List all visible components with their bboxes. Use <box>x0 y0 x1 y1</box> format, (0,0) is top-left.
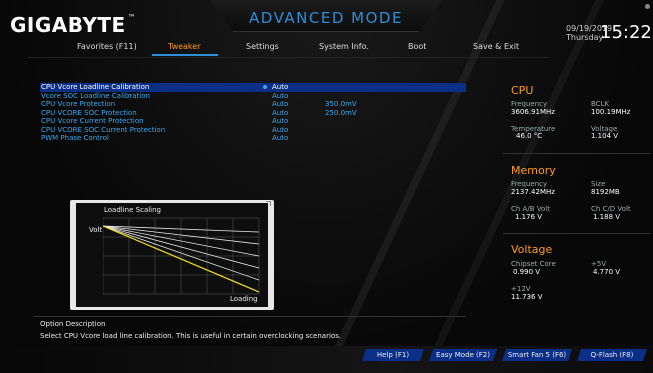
loadline-y-label: Volt <box>89 226 103 234</box>
tab-save-exit[interactable]: Save & Exit <box>473 42 519 51</box>
setting-label: CPU Vcore Protection <box>41 100 116 108</box>
info-separator <box>503 233 651 234</box>
voltage-section-title: Voltage <box>511 243 553 256</box>
plus12v-value: 11.736 V <box>511 293 543 301</box>
tab-favorites[interactable]: Favorites (F11) <box>77 42 137 51</box>
loadline-graph <box>103 217 260 295</box>
info-separator <box>503 153 651 154</box>
description-text: Select CPU Vcore load line calibration. … <box>40 332 342 340</box>
panel-corner-icon <box>266 201 271 206</box>
selected-dot-icon <box>263 85 267 89</box>
mode-title: ADVANCED MODE <box>249 9 403 27</box>
cpu-temperature-value: 46.0 °C <box>516 132 543 140</box>
memory-chcd-value: 1.188 V <box>593 213 621 221</box>
setting-extra: 350.0mV <box>325 100 357 108</box>
setting-value[interactable]: Auto <box>272 83 288 91</box>
tab-settings[interactable]: Settings <box>246 42 279 51</box>
easy-mode-button[interactable]: Easy Mode (F2) <box>429 349 497 361</box>
setting-value[interactable]: Auto <box>272 126 288 134</box>
setting-extra: 250.0mV <box>325 108 357 117</box>
setting-label: CPU VCORE SOC Current Protection <box>41 125 166 134</box>
memory-chab-value: 1.176 V <box>515 213 543 221</box>
main-tabs: Favorites (F11) Tweaker Settings System … <box>0 42 560 56</box>
cpu-voltage-value: 1.104 V <box>591 132 619 140</box>
cpu-bclk-value: 100.19MHz <box>591 108 631 116</box>
plus5v-label: +5V <box>591 260 607 268</box>
loadline-title: Loadline Scaling <box>104 206 162 214</box>
description-title: Option Description <box>40 320 106 328</box>
tab-boot[interactable]: Boot <box>408 42 426 51</box>
setting-value[interactable]: Auto <box>272 100 288 108</box>
setting-label: CPU Vcore Current Protection <box>41 117 144 125</box>
settings-list: CPU Vcore Loadline Calibration Auto Vcor… <box>40 83 466 143</box>
memory-frequency-value: 2137.42MHz <box>511 188 555 196</box>
setting-cpu-vcore-llc[interactable]: CPU Vcore Loadline Calibration Auto <box>40 83 466 92</box>
setting-label: CPU Vcore Loadline Calibration <box>41 83 150 91</box>
chipset-core-value: 0.990 V <box>513 268 541 276</box>
cpu-frequency-value: 3606.91MHz <box>511 108 555 116</box>
memory-size-label: Size <box>591 180 606 188</box>
setting-cpu-vcore-soc-current-protection[interactable]: CPU VCORE SOC Current Protection Auto <box>40 126 466 135</box>
setting-value[interactable]: Auto <box>272 117 288 125</box>
menu-dot-icon[interactable] <box>645 4 650 9</box>
loadline-x-label: Loading <box>230 295 258 303</box>
memory-size-value: 8192MB <box>591 188 620 196</box>
qflash-button[interactable]: Q-Flash (F8) <box>577 349 647 361</box>
gigabyte-logo: GIGABYTE ™ <box>10 13 137 37</box>
setting-cpu-vcore-soc-protection[interactable]: CPU VCORE SOC Protection Auto 250.0mV <box>40 109 466 118</box>
memory-section-title: Memory <box>511 164 556 177</box>
cpu-frequency-label: Frequency <box>511 100 548 108</box>
memory-chab-label: Ch A/B Volt <box>511 205 550 213</box>
clock: 15:22 <box>600 22 652 43</box>
help-button[interactable]: Help (F1) <box>362 349 424 361</box>
active-tab-indicator <box>152 54 218 56</box>
smart-fan-button[interactable]: Smart Fan 5 (F6) <box>502 349 572 361</box>
description-divider <box>34 316 466 317</box>
memory-chcd-label: Ch C/D Volt <box>591 205 631 213</box>
setting-label: Vcore SOC Loadline Calibration <box>41 91 150 100</box>
memory-frequency-label: Frequency <box>511 180 548 188</box>
setting-label: PWM Phase Control <box>41 134 109 142</box>
tab-tweaker[interactable]: Tweaker <box>168 42 201 51</box>
chipset-core-label: Chipset Core <box>511 260 556 268</box>
cpu-section-title: CPU <box>511 84 534 97</box>
setting-pwm-phase-control[interactable]: PWM Phase Control Auto <box>40 134 466 143</box>
setting-value[interactable]: Auto <box>272 109 288 117</box>
plus5v-value: 4.770 V <box>593 268 621 276</box>
setting-cpu-vcore-current-protection[interactable]: CPU Vcore Current Protection Auto <box>40 117 466 126</box>
setting-value[interactable]: Auto <box>272 134 288 142</box>
setting-vcore-soc-llc[interactable]: Vcore SOC Loadline Calibration Auto <box>40 92 466 101</box>
setting-value[interactable]: Auto <box>272 92 288 100</box>
setting-cpu-vcore-protection[interactable]: CPU Vcore Protection Auto 350.0mV <box>40 100 466 109</box>
cpu-bclk-label: BCLK <box>591 100 610 108</box>
setting-label: CPU VCORE SOC Protection <box>41 108 137 117</box>
plus12v-label: +12V <box>511 285 531 293</box>
tab-system-info[interactable]: System Info. <box>319 42 369 51</box>
tab-rail <box>28 57 548 58</box>
